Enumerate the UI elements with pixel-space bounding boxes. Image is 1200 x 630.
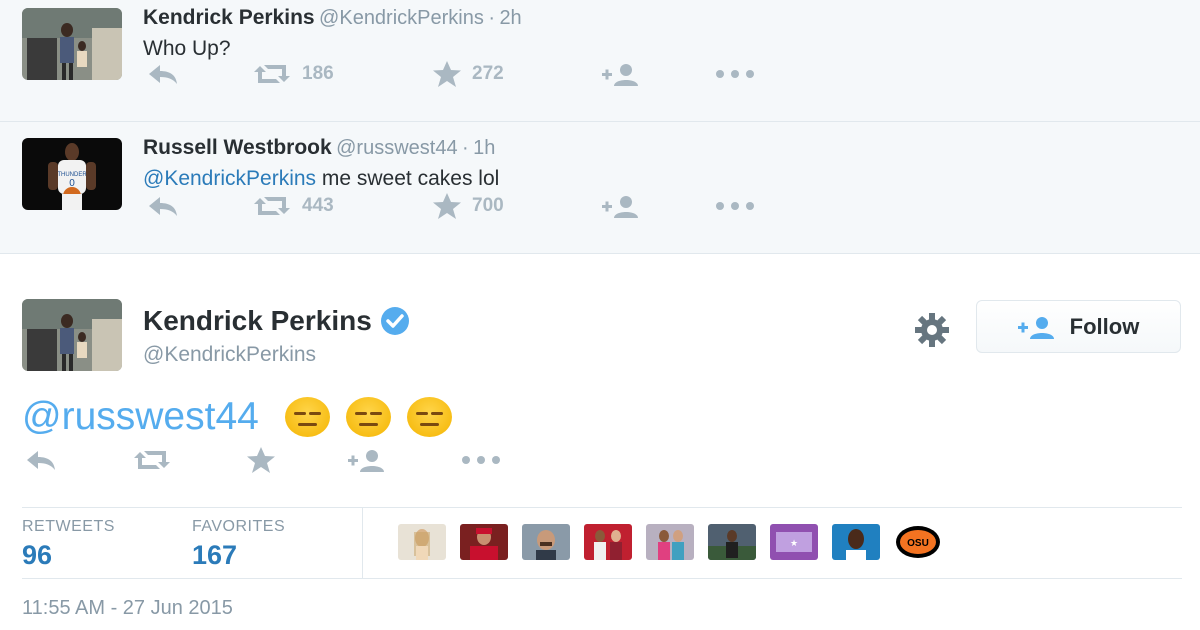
more-icon[interactable] [460, 455, 502, 465]
tweet-body: me sweet cakes lol [316, 167, 500, 190]
favorite-count: 700 [472, 195, 504, 216]
tweet-timestamp[interactable]: 11:55 AM - 27 Jun 2015 [22, 597, 233, 620]
favoriter-avatars: ★ OSU [398, 524, 942, 560]
retweet-icon [254, 65, 290, 83]
favoriter-avatar[interactable] [584, 524, 632, 560]
author-name[interactable]: Kendrick Perkins [143, 6, 315, 29]
tweet-text: Who Up? [143, 37, 231, 60]
follow-user-icon[interactable] [602, 62, 642, 86]
author-handle[interactable]: @KendrickPerkins [143, 343, 316, 367]
favoriter-avatar[interactable]: OSU [894, 524, 942, 560]
retweet-count: 443 [302, 195, 334, 216]
favoriter-avatar[interactable] [398, 524, 446, 560]
thread-tweet-2[interactable]: THUNDER 0 Russell Westbrook @russwest44 ·… [0, 122, 1200, 254]
svg-text:OSU: OSU [907, 538, 929, 549]
follow-user-icon[interactable] [348, 448, 388, 472]
mention-link[interactable]: @KendrickPerkins [143, 167, 316, 190]
tweet-time[interactable]: 1h [473, 137, 495, 159]
avatar[interactable] [22, 8, 122, 80]
thread-tweet-1[interactable]: Kendrick Perkins @KendrickPerkins · 2h W… [0, 0, 1200, 122]
more-icon[interactable] [714, 69, 756, 79]
author-handle[interactable]: @KendrickPerkins [319, 7, 484, 29]
star-icon [433, 193, 461, 219]
emoji-group [284, 397, 452, 437]
favoriter-avatar[interactable] [646, 524, 694, 560]
conversation-thread: Kendrick Perkins @KendrickPerkins · 2h W… [0, 0, 1200, 254]
favoriter-avatar[interactable] [832, 524, 880, 560]
follow-label: Follow [1069, 313, 1140, 339]
tweet-text: @KendrickPerkins me sweet cakes lol [143, 167, 1200, 191]
reply-icon[interactable] [146, 62, 180, 86]
retweet-button[interactable]: 443 [252, 194, 334, 218]
author-name[interactable]: Russell Westbrook [143, 136, 332, 159]
author-name-row: Kendrick Perkins [143, 305, 410, 337]
author-name[interactable]: Kendrick Perkins [143, 305, 372, 337]
expanded-tweet: Kendrick Perkins @KendrickPerkins Follow… [0, 255, 1200, 630]
author-handle[interactable]: @russwest44 [336, 137, 457, 159]
retweet-count: 186 [302, 63, 334, 84]
favorites-count: 167 [192, 540, 238, 570]
expressionless-face-icon [284, 397, 330, 437]
retweets-stat[interactable]: RETWEETS 96 [22, 518, 115, 571]
expressionless-face-icon [406, 397, 452, 437]
separator: · [488, 7, 495, 29]
stats-divider [362, 508, 363, 578]
retweets-label: RETWEETS [22, 518, 115, 535]
favorites-stat[interactable]: FAVORITES 167 [192, 518, 285, 571]
retweet-button[interactable]: 186 [252, 62, 334, 86]
favoriter-avatar[interactable] [460, 524, 508, 560]
avatar[interactable]: THUNDER 0 [22, 138, 122, 210]
reply-icon[interactable] [24, 448, 58, 472]
follow-user-icon [1017, 316, 1054, 339]
follow-user-icon[interactable] [602, 194, 642, 218]
tweet-stats: RETWEETS 96 FAVORITES 167 ★ OSU [22, 507, 1182, 579]
retweet-icon [254, 197, 290, 215]
expressionless-face-icon [345, 397, 391, 437]
favoriter-avatar[interactable] [522, 524, 570, 560]
verified-badge-icon [380, 307, 409, 335]
favorites-label: FAVORITES [192, 518, 286, 535]
star-icon [433, 61, 461, 87]
more-icon[interactable] [714, 201, 756, 211]
mention-link[interactable]: @russwest44 [22, 395, 259, 439]
favorite-button[interactable]: 272 [432, 60, 504, 88]
retweet-icon[interactable] [132, 448, 172, 472]
favorite-count: 272 [472, 63, 504, 84]
favorite-button[interactable]: 700 [432, 192, 504, 220]
favoriter-avatar[interactable]: ★ [770, 524, 818, 560]
gear-icon[interactable] [912, 310, 952, 355]
avatar[interactable] [22, 299, 122, 371]
tweet-text: @russwest44 [22, 395, 452, 439]
star-icon[interactable] [246, 446, 276, 474]
separator: · [462, 137, 469, 159]
follow-button[interactable]: Follow [976, 300, 1181, 353]
retweets-count: 96 [22, 540, 53, 570]
favoriter-avatar[interactable] [708, 524, 756, 560]
reply-icon[interactable] [146, 194, 180, 218]
tweet-time[interactable]: 2h [499, 7, 521, 29]
svg-text:★: ★ [790, 538, 798, 548]
